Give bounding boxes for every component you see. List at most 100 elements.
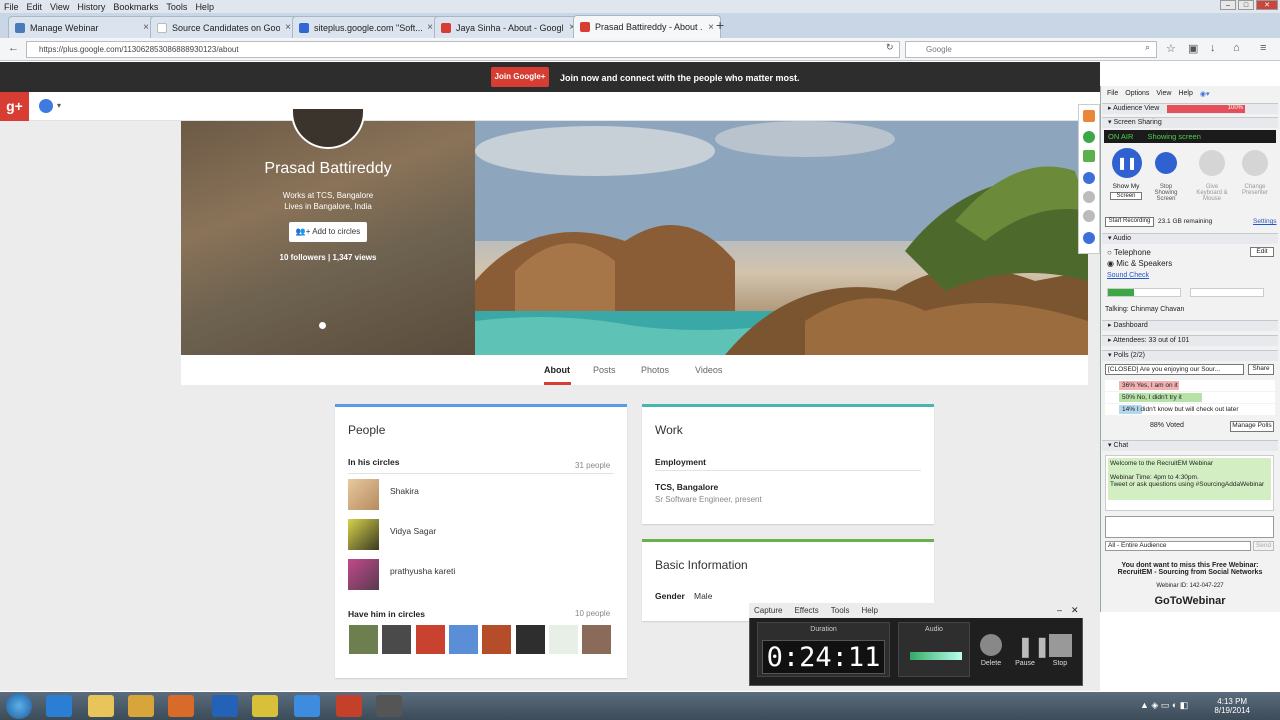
chat-header[interactable]: ▾ Chat <box>1102 440 1278 451</box>
firefox-icon[interactable] <box>168 695 194 717</box>
menu-file[interactable]: File <box>4 2 19 12</box>
tab-jaya-sinha[interactable]: Jaya Sinha - About - Googl... × <box>434 16 582 38</box>
new-tab-icon[interactable]: + <box>716 17 724 33</box>
in-circles-count[interactable]: 31 people <box>575 461 610 470</box>
account-avatar-icon[interactable] <box>39 99 53 113</box>
gplus-logo[interactable]: g+ <box>0 92 29 121</box>
folder-icon[interactable] <box>88 695 114 717</box>
reload-icon[interactable]: ↻ <box>886 42 894 53</box>
tab-videos[interactable]: Videos <box>695 365 722 375</box>
search-icon[interactable]: ⌕ <box>1145 42 1150 53</box>
change-presenter-button[interactable] <box>1242 150 1268 176</box>
menu-help[interactable]: Help <box>195 2 214 12</box>
mic-speakers-radio[interactable]: ◉ Mic & Speakers <box>1107 259 1172 268</box>
chrome-icon[interactable] <box>252 695 278 717</box>
gtw-menu-file[interactable]: File <box>1107 90 1118 98</box>
tab-photos[interactable]: Photos <box>641 365 669 375</box>
gtw-menu-help[interactable]: Help <box>1178 90 1192 98</box>
recorder-menu-capture[interactable]: Capture <box>754 606 782 615</box>
close-window-button[interactable]: ✕ <box>1256 0 1278 10</box>
url-input[interactable]: https://plus.google.com/1130628530868889… <box>26 41 900 58</box>
person-shakira[interactable]: Shakira <box>390 486 419 496</box>
tab-about[interactable]: About <box>544 365 570 375</box>
delete-button[interactable]: Delete <box>976 660 1006 667</box>
dashboard-header[interactable]: ▸ Dashboard <box>1102 320 1278 331</box>
avatar[interactable] <box>348 519 379 550</box>
screen-select[interactable]: Screen <box>1110 192 1142 200</box>
delete-icon[interactable] <box>980 634 1002 656</box>
menu-tools[interactable]: Tools <box>166 2 187 12</box>
presenter-icon[interactable] <box>1083 232 1095 244</box>
audience-select[interactable]: All - Entire Audience <box>1105 541 1251 551</box>
polls-header[interactable]: ▾ Polls (2/2) <box>1102 350 1278 361</box>
outlook-icon[interactable] <box>212 695 238 717</box>
menu-history[interactable]: History <box>77 2 105 12</box>
poll-share-button[interactable]: Share <box>1248 364 1274 375</box>
close-tab-icon[interactable]: × <box>143 22 149 33</box>
recorder-menu-tools[interactable]: Tools <box>831 606 850 615</box>
avatar[interactable] <box>549 625 578 654</box>
menu-bookmarks[interactable]: Bookmarks <box>113 2 158 12</box>
audio-header[interactable]: ▾ Audio <box>1102 233 1278 244</box>
gtw-menu-options[interactable]: Options <box>1125 90 1149 98</box>
chat-log[interactable]: Welcome to the RecruitEM Webinar Webinar… <box>1105 455 1274 511</box>
avatar[interactable] <box>582 625 611 654</box>
tab-prasad-active[interactable]: Prasad Battireddy - About ... × <box>573 15 721 38</box>
have-him-count[interactable]: 10 people <box>575 609 610 618</box>
tray-icons[interactable]: ▲ ◈ ▭ ◐ ◧ <box>1140 700 1188 711</box>
avatar[interactable] <box>348 479 379 510</box>
recorder-minimize-icon[interactable]: – <box>1057 605 1062 615</box>
bookmark-star-icon[interactable]: ☆ <box>1166 42 1176 55</box>
manage-polls-button[interactable]: Manage Polls <box>1230 421 1274 432</box>
powerpoint-icon[interactable] <box>336 695 362 717</box>
pause-screen-button[interactable]: ❚❚ <box>1112 148 1142 178</box>
chat-input[interactable] <box>1105 516 1274 538</box>
globe-icon[interactable]: ◉▾ <box>1200 90 1210 98</box>
ie-icon[interactable] <box>46 695 72 717</box>
audio-level-slider[interactable] <box>910 652 962 660</box>
collapse-icon[interactable] <box>1083 110 1095 122</box>
person-prathyusha[interactable]: prathyusha kareti <box>390 566 455 576</box>
avatar[interactable] <box>349 625 378 654</box>
mic-icon[interactable] <box>1083 131 1095 143</box>
avatar[interactable] <box>449 625 478 654</box>
pause-button[interactable]: Pause <box>1010 660 1040 667</box>
gotowebinar-icon[interactable] <box>294 695 320 717</box>
tab-source-candidates[interactable]: Source Candidates on Google ... × <box>150 16 298 38</box>
telephone-radio[interactable]: ○ Telephone <box>1107 248 1151 257</box>
recorder-menu-effects[interactable]: Effects <box>794 606 818 615</box>
stop-icon[interactable] <box>1083 191 1095 203</box>
close-tab-icon[interactable]: × <box>708 22 714 33</box>
close-tab-icon[interactable]: × <box>427 22 433 33</box>
back-icon[interactable]: ← <box>8 42 19 54</box>
gtw-menu-view[interactable]: View <box>1156 90 1171 98</box>
menu-icon[interactable]: ≡ <box>1260 42 1266 54</box>
download-icon[interactable]: ↓ <box>1210 42 1216 54</box>
tab-posts[interactable]: Posts <box>593 365 616 375</box>
pause-icon[interactable]: ❚❚ <box>1017 634 1051 659</box>
give-keyboard-button[interactable] <box>1199 150 1225 176</box>
close-tab-icon[interactable]: × <box>285 22 291 33</box>
sound-check-link[interactable]: Sound Check <box>1107 272 1149 279</box>
stop-button[interactable]: Stop <box>1045 660 1075 667</box>
system-clock[interactable]: 4:13 PM 8/19/2014 <box>1214 697 1250 715</box>
minimize-button[interactable]: – <box>1220 0 1236 10</box>
stop-screen-button[interactable] <box>1155 152 1177 174</box>
home-icon[interactable]: ⌂ <box>1233 42 1240 54</box>
bookmarks-icon[interactable]: ▣ <box>1188 42 1198 55</box>
menu-view[interactable]: View <box>50 2 69 12</box>
recorder-app-icon[interactable] <box>376 695 402 717</box>
search-input[interactable]: Google <box>905 41 1157 58</box>
recorder-menu-help[interactable]: Help <box>861 606 877 615</box>
tab-manage-webinar[interactable]: Manage Webinar × <box>8 16 156 38</box>
tab-siteplus[interactable]: siteplus.google.com "Soft... × <box>292 16 440 38</box>
avatar[interactable] <box>416 625 445 654</box>
stop-icon[interactable] <box>1049 634 1072 657</box>
screen-icon[interactable] <box>1083 150 1095 162</box>
keyboard-icon[interactable] <box>1083 210 1095 222</box>
poll-select[interactable]: [CLOSED] Are you enjoying our Sour... <box>1105 364 1244 375</box>
person-vidya-sagar[interactable]: Vidya Sagar <box>390 526 436 536</box>
join-google-plus-button[interactable]: Join Google+ <box>491 67 549 87</box>
start-button-icon[interactable] <box>6 693 32 719</box>
avatar[interactable] <box>382 625 411 654</box>
